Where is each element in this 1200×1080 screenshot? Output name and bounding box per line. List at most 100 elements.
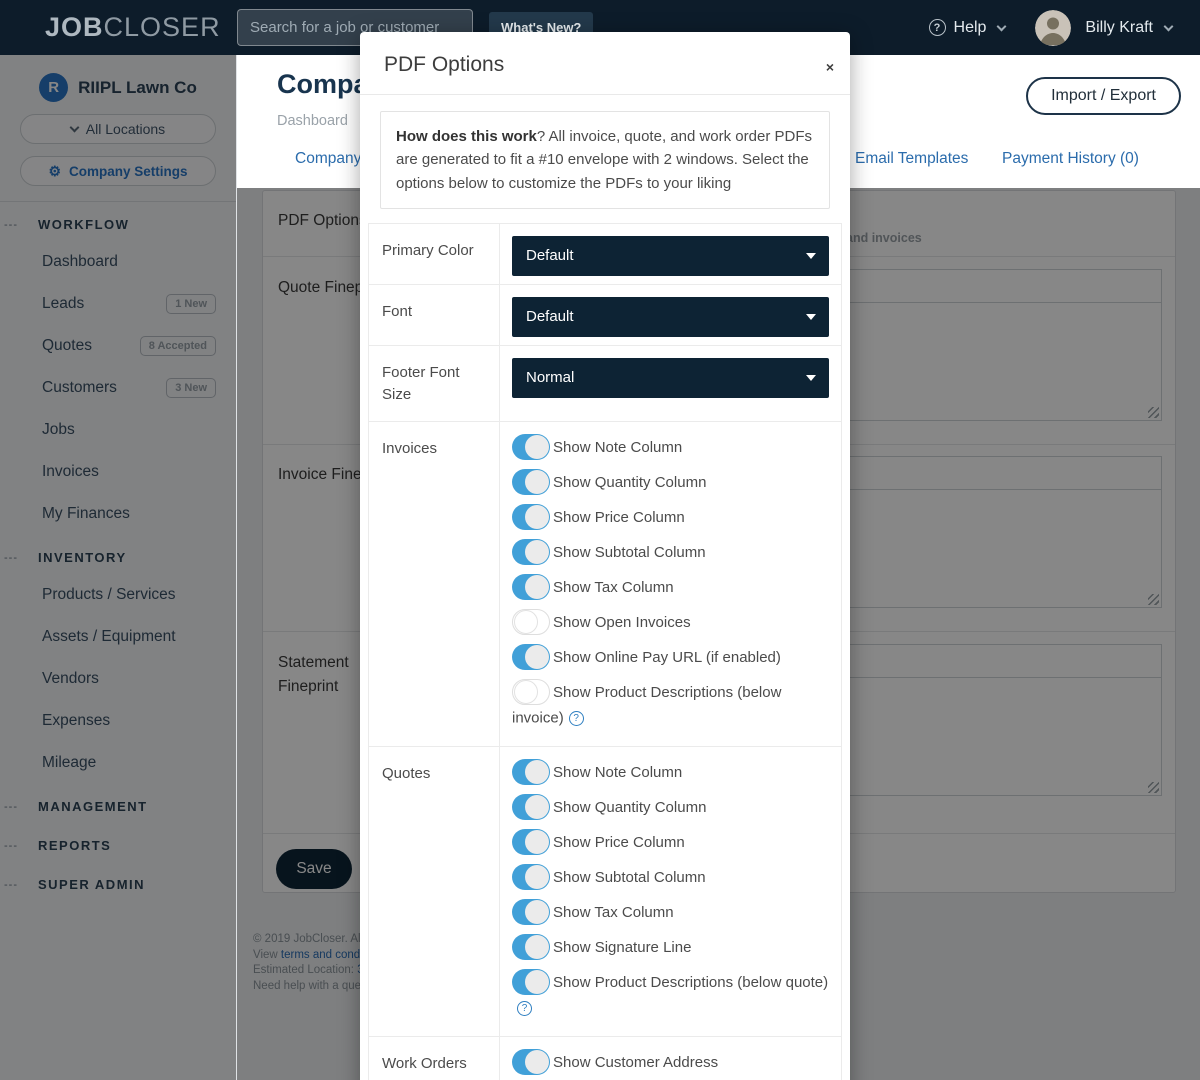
toggle-show-subtotal-column[interactable]	[512, 539, 550, 565]
toggle-knob	[525, 540, 549, 564]
user-menu[interactable]: Billy Kraft	[1085, 19, 1153, 37]
help-icon[interactable]: ?	[517, 1001, 532, 1016]
import-export-button[interactable]: Import / Export	[1026, 77, 1181, 115]
toggle-knob	[525, 830, 549, 854]
option-row-control: Default	[500, 285, 841, 345]
toggle-label: Show Tax Column	[553, 904, 674, 921]
toggle-label: Show Tax Column	[553, 579, 674, 596]
caret-down-icon	[806, 314, 816, 320]
help-icon: ?	[929, 19, 946, 36]
toggle-show-tax-column[interactable]	[512, 574, 550, 600]
toggle-show-customer-address[interactable]	[512, 1049, 550, 1075]
toggle-row-show-product-descriptions-below-invoice: Show Product Descriptions (below invoice…	[512, 679, 829, 731]
toggle-label: Show Online Pay URL (if enabled)	[553, 649, 781, 666]
modal-body: How does this work? All invoice, quote, …	[360, 111, 850, 1080]
toggle-row-show-tax-column: Show Tax Column	[512, 899, 829, 927]
pdf-options-table: Primary Color Default Font Default Footer Fo…	[368, 223, 842, 1080]
option-row-control: Normal	[500, 346, 841, 421]
option-row-work-orders: Work OrdersShow Customer AddressShow Cus…	[369, 1036, 841, 1080]
option-row-control: Show Note ColumnShow Quantity ColumnShow…	[500, 422, 841, 746]
toggle-show-subtotal-column[interactable]	[512, 864, 550, 890]
toggle-label: Show Product Descriptions (below invoice…	[512, 684, 781, 727]
caret-down-icon	[806, 253, 816, 259]
toggle-label: Show Note Column	[553, 764, 682, 781]
toggle-label: Show Price Column	[553, 834, 685, 851]
toggle-row-show-price-column: Show Price Column	[512, 829, 829, 857]
toggle-label: Show Subtotal Column	[553, 869, 706, 886]
toggle-show-price-column[interactable]	[512, 504, 550, 530]
select-value: Default	[526, 308, 574, 325]
toggle-knob	[525, 865, 549, 889]
help-menu[interactable]: Help	[954, 19, 987, 37]
avatar[interactable]	[1035, 10, 1071, 46]
select-value: Default	[526, 247, 574, 264]
toggle-label: Show Quantity Column	[553, 799, 706, 816]
logo-bold: JOB	[45, 12, 104, 42]
toggle-show-tax-column[interactable]	[512, 899, 550, 925]
toggle-label: Show Customer Address	[553, 1054, 718, 1071]
toggle-show-signature-line[interactable]	[512, 934, 550, 960]
toggle-knob	[525, 760, 549, 784]
option-row-control: Show Customer AddressShow Customer Phone…	[500, 1037, 841, 1080]
toggle-row-show-quantity-column: Show Quantity Column	[512, 794, 829, 822]
toggle-knob	[525, 900, 549, 924]
toggle-knob	[525, 575, 549, 599]
toggle-show-open-invoices[interactable]	[512, 609, 550, 635]
toggle-show-price-column[interactable]	[512, 829, 550, 855]
toggle-knob	[525, 470, 549, 494]
toggle-row-show-subtotal-column: Show Subtotal Column	[512, 539, 829, 567]
option-row-label: Primary Color	[369, 224, 500, 284]
modal-title: PDF Options	[384, 53, 504, 76]
toggle-row-show-signature-line: Show Signature Line	[512, 934, 829, 962]
help-icon[interactable]: ?	[569, 711, 584, 726]
toggle-show-quantity-column[interactable]	[512, 794, 550, 820]
option-row-label: Font	[369, 285, 500, 345]
toggle-show-online-pay-url-if-enabled[interactable]	[512, 644, 550, 670]
toggle-show-quantity-column[interactable]	[512, 469, 550, 495]
navbar-right: ? Help Billy Kraft	[929, 0, 1172, 55]
toggle-show-note-column[interactable]	[512, 434, 550, 460]
option-row-primary-color: Primary Color Default	[369, 224, 841, 284]
caret-down-icon	[806, 375, 816, 381]
toggle-label: Show Product Descriptions (below quote)	[553, 974, 828, 991]
breadcrumb-home[interactable]: Dashboard	[277, 113, 348, 129]
modal-header: PDF Options ×	[360, 32, 850, 95]
toggle-row-show-tax-column: Show Tax Column	[512, 574, 829, 602]
select-footer-font-size[interactable]: Normal	[512, 358, 829, 398]
option-row-label: Work Orders	[369, 1037, 500, 1080]
tab-email-templates[interactable]: Email Templates	[855, 150, 968, 168]
select-font[interactable]: Default	[512, 297, 829, 337]
info-bold: How does this work	[396, 128, 537, 145]
toggle-row-show-price-column: Show Price Column	[512, 504, 829, 532]
tab-payment-history-0[interactable]: Payment History (0)	[1002, 150, 1139, 168]
chevron-down-icon	[1164, 21, 1174, 31]
toggle-knob	[525, 505, 549, 529]
app-logo: JOBCLOSER	[45, 12, 221, 43]
toggle-row-show-customer-address: Show Customer Address	[512, 1049, 829, 1077]
toggle-label: Show Subtotal Column	[553, 544, 706, 561]
option-row-control: Show Note Column Show Quantity Column Show…	[500, 747, 841, 1036]
option-row-font: Font Default	[369, 284, 841, 345]
toggle-knob	[525, 1050, 549, 1074]
select-primary-color[interactable]: Default	[512, 236, 829, 276]
option-row-control: Default	[500, 224, 841, 284]
pdf-options-modal: PDF Options × How does this work? All in…	[360, 32, 850, 1080]
option-row-label: Invoices	[369, 422, 500, 746]
toggle-show-note-column[interactable]	[512, 759, 550, 785]
option-row-invoices: InvoicesShow Note ColumnShow Quantity Co…	[369, 421, 841, 746]
toggle-knob	[514, 680, 538, 704]
toggle-knob	[525, 435, 549, 459]
toggle-row-show-online-pay-url-if-enabled: Show Online Pay URL (if enabled)	[512, 644, 829, 672]
chevron-down-icon	[997, 21, 1007, 31]
modal-info-box: How does this work? All invoice, quote, …	[380, 111, 830, 209]
toggle-show-product-descriptions-below-quote[interactable]	[512, 969, 550, 995]
modal-backdrop[interactable]	[0, 55, 236, 1080]
option-row-label: Footer Font Size	[369, 346, 500, 421]
sidebar: R RIIPL Lawn Co All Locations ⚙ Company …	[0, 55, 237, 1080]
toggle-label: Show Quantity Column	[553, 474, 706, 491]
toggle-label: Show Price Column	[553, 509, 685, 526]
toggle-show-product-descriptions-below-invoice[interactable]	[512, 679, 550, 705]
close-icon[interactable]: ×	[826, 60, 834, 74]
toggle-row-show-note-column: Show Note Column	[512, 759, 829, 787]
toggle-row-show-product-descriptions-below-quote: Show Product Descriptions (below quote)?	[512, 969, 829, 1021]
